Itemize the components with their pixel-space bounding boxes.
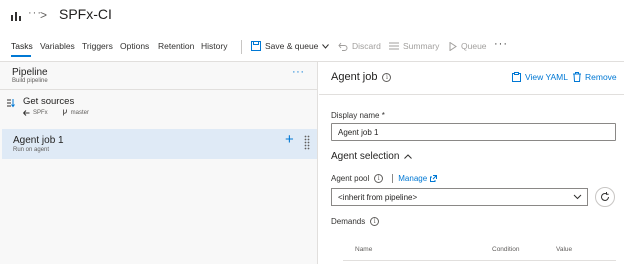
save-and-queue-button[interactable]: Save & queue [251, 41, 330, 51]
separator [392, 174, 394, 183]
demands-row: Demands i [331, 217, 380, 226]
get-sources-icon [7, 99, 15, 108]
agent-selection-label: Agent selection [331, 151, 400, 162]
discard-button[interactable]: Discard [338, 41, 381, 51]
undo-icon [338, 42, 348, 51]
tab-triggers[interactable]: Triggers [82, 41, 113, 51]
repo-icon [23, 109, 30, 116]
chevron-down-icon [322, 43, 330, 49]
agent-pool-info-icon[interactable]: i [374, 174, 384, 183]
column-header-value: Value [556, 246, 573, 253]
get-sources-meta: SPFx master [23, 109, 89, 116]
chevron-up-icon [404, 154, 413, 159]
panel-divider [0, 89, 317, 90]
summary-label: Summary [403, 41, 440, 51]
agent-pool-value: <inherit from pipeline> [338, 193, 418, 202]
toolbar-more-icon[interactable]: ··· [494, 38, 508, 50]
refresh-button[interactable] [595, 187, 615, 207]
tab-tasks[interactable]: Tasks [11, 41, 33, 51]
view-yaml-label: View YAML [525, 72, 568, 82]
branch-icon [62, 109, 67, 116]
remove-label: Remove [585, 72, 617, 82]
tab-history[interactable]: History [201, 41, 227, 51]
tab-variables[interactable]: Variables [40, 41, 75, 51]
pipeline-panel: Pipeline Build pipeline ··· Get sources … [0, 62, 318, 264]
view-yaml-link[interactable]: View YAML [512, 72, 568, 82]
save-and-queue-label: Save & queue [265, 41, 319, 51]
summary-button[interactable]: Summary [389, 41, 439, 51]
save-icon [251, 41, 261, 51]
job-details-panel: Agent job i View YAML Remove Display nam… [319, 62, 624, 264]
column-header-condition: Condition [492, 246, 520, 253]
get-sources-title: Get sources [23, 96, 75, 107]
details-divider [319, 94, 624, 95]
info-icon[interactable]: i [382, 72, 392, 82]
drag-handle-icon[interactable] [304, 135, 310, 151]
toolbar-divider [241, 40, 242, 54]
queue-label: Queue [461, 41, 487, 51]
display-name-field[interactable]: Agent job 1 [331, 123, 616, 141]
manage-label: Manage [398, 174, 428, 183]
pipeline-more-icon[interactable]: ··· [292, 66, 305, 78]
manage-link[interactable]: Manage [398, 174, 438, 183]
page-title: SPFx-CI [59, 6, 112, 22]
trash-icon [573, 72, 581, 82]
get-sources-item[interactable]: Get sources SPFx master [0, 93, 317, 121]
remove-button[interactable]: Remove [573, 72, 617, 82]
pipeline-title: Pipeline [12, 67, 48, 78]
agent-job-subtitle: Run on agent [13, 147, 50, 153]
agent-pool-select[interactable]: <inherit from pipeline> [331, 188, 588, 206]
agent-pool-label: Agent pool [331, 174, 370, 183]
agent-selection-toggle[interactable]: Agent selection [331, 151, 413, 162]
agent-job-title: Agent job 1 [13, 135, 64, 146]
demands-label: Demands [331, 217, 366, 226]
branch-name: master [70, 109, 90, 116]
pipeline-subtitle: Build pipeline [12, 78, 48, 84]
discard-label: Discard [352, 41, 381, 51]
tab-options[interactable]: Options [120, 41, 149, 51]
queue-button[interactable]: Queue [449, 41, 487, 51]
add-task-icon[interactable]: + [285, 132, 294, 147]
agent-pool-row: Agent pool i Manage [331, 174, 438, 183]
breadcrumb-separator: > [40, 8, 48, 22]
clipboard-icon [512, 72, 521, 82]
top-bar: ··· > SPFx-CI [0, 0, 624, 34]
play-icon [449, 41, 457, 51]
repo-name: SPFx [33, 109, 48, 116]
pipelines-icon [11, 12, 21, 21]
agent-job-item[interactable]: Agent job 1 Run on agent + [2, 129, 317, 159]
job-details-title: Agent job [331, 71, 378, 83]
tab-retention[interactable]: Retention [158, 41, 194, 51]
table-header-divider [343, 260, 616, 261]
column-header-name: Name [355, 246, 373, 253]
active-tab-indicator [11, 55, 31, 57]
external-link-icon [430, 175, 438, 182]
job-details-header: Agent job i [331, 71, 392, 83]
demands-info-icon[interactable]: i [370, 217, 380, 226]
list-icon [389, 42, 399, 50]
refresh-icon [601, 192, 609, 201]
display-name-label: Display name * [331, 111, 385, 120]
chevron-down-icon [573, 194, 582, 200]
